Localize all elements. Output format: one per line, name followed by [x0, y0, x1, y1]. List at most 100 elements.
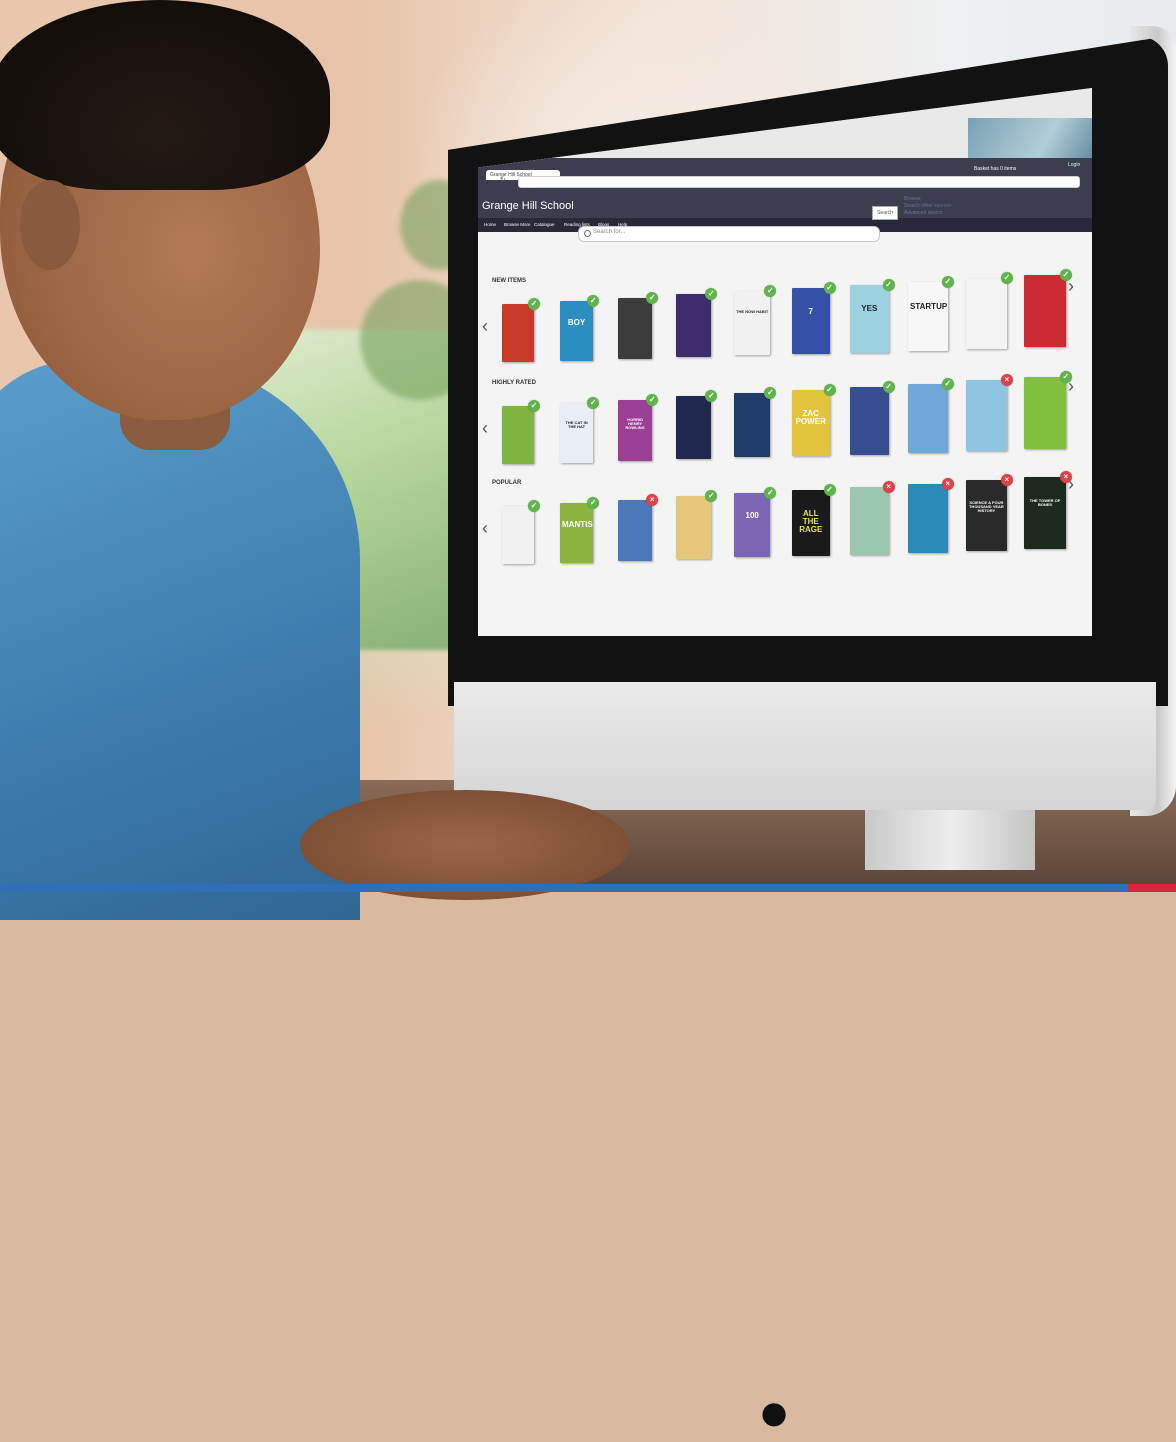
check-icon: ✓ [1000, 272, 1013, 284]
book-cover[interactable]: THE NOW HABIT [734, 291, 771, 356]
check-icon: ✓ [1059, 269, 1072, 281]
check-icon: ✓ [882, 381, 895, 393]
check-icon: ✓ [941, 378, 954, 390]
check-icon: ✓ [705, 490, 718, 502]
book-cover[interactable] [1024, 275, 1066, 348]
book-cover[interactable] [850, 387, 889, 455]
nav-item-home[interactable]: Home [484, 222, 496, 227]
login-link[interactable]: Login [1068, 162, 1080, 168]
book-cover[interactable]: 100 [734, 493, 771, 558]
check-icon: ✓ [587, 397, 600, 409]
search-placeholder: Search for... [593, 229, 626, 235]
cross-icon: × [1059, 471, 1072, 483]
book-title: THE CAT IN THE HAT [565, 419, 588, 429]
check-icon: ✓ [1059, 371, 1072, 383]
check-icon: ✓ [882, 279, 895, 291]
check-icon: ✓ [705, 288, 718, 300]
book-cover[interactable]: THE TOWER OF BONES [1024, 477, 1066, 550]
advanced-search-link[interactable]: Advanced search [904, 210, 952, 217]
book-cover[interactable] [502, 406, 534, 464]
person-ear [20, 180, 80, 270]
check-icon: ✓ [646, 394, 659, 406]
book-cover[interactable]: ZAC POWER [792, 390, 830, 456]
book-cover[interactable] [908, 484, 948, 554]
book-cover[interactable] [966, 278, 1007, 349]
nav-item-catalogue[interactable]: Catalogue [534, 222, 555, 227]
chevron-left-icon[interactable]: ‹ [482, 418, 488, 439]
chevron-left-icon[interactable]: ‹ [482, 316, 488, 337]
book-cover[interactable] [966, 380, 1007, 451]
site-title[interactable]: Grange Hill School [482, 200, 574, 212]
cross-icon: × [941, 478, 954, 490]
monitor-screen: Grange Hill School ← → ↻ Grange Hill Sch… [478, 88, 1092, 636]
book-title: THE NOW HABIT [736, 309, 769, 315]
check-icon: ✓ [764, 487, 777, 499]
check-icon: ✓ [587, 295, 600, 307]
book-cover[interactable] [502, 304, 534, 362]
check-icon: ✓ [823, 484, 836, 496]
monitor-stand [865, 810, 1035, 870]
book-cover[interactable]: HORRID HENRY ROWLING [618, 400, 653, 462]
book-cover[interactable] [734, 393, 771, 458]
basket-link[interactable]: Basket has 0 items [974, 166, 1016, 172]
book-cover[interactable] [618, 298, 653, 360]
book-cover[interactable] [502, 506, 534, 564]
book-cover[interactable] [1024, 377, 1066, 450]
book-cover[interactable] [676, 396, 712, 459]
book-title: SCIENCE A FOUR THOUSAND YEAR HISTORY [968, 500, 1004, 514]
book-title: HORRID HENRY ROWLING [625, 417, 645, 431]
apple-logo-icon: ● [757, 1382, 791, 1442]
book-title: 100 [745, 511, 759, 521]
book-cover[interactable]: BOY [560, 301, 594, 361]
book-title: MANTIS [562, 519, 593, 529]
check-icon: ✓ [823, 282, 836, 294]
browser-nav-icons[interactable]: ← → ↻ [482, 176, 506, 184]
cross-icon: × [646, 494, 659, 506]
check-icon: ✓ [705, 390, 718, 402]
book-cover[interactable] [850, 487, 889, 555]
book-title: THE TOWER OF BONES [1029, 497, 1061, 507]
book-cover[interactable]: ALL THE RAGE [792, 490, 830, 556]
side-links: Browse Search other sources Advanced sea… [904, 196, 952, 217]
book-cover[interactable] [618, 500, 653, 562]
check-icon: ✓ [941, 276, 954, 288]
cross-icon: × [1000, 374, 1013, 386]
cross-icon: × [882, 481, 895, 493]
book-cover[interactable]: YES [850, 285, 889, 353]
search-icon [584, 230, 591, 237]
book-cover[interactable]: STARTUP [908, 282, 948, 352]
row-label-popular: POPULAR [492, 480, 522, 486]
cross-icon: × [1000, 474, 1013, 486]
check-icon: ✓ [587, 497, 600, 509]
book-title: 7 [808, 306, 813, 316]
person-hair [0, 0, 330, 190]
check-icon: ✓ [764, 285, 777, 297]
bottom-accent-bar [0, 884, 1176, 892]
book-cover[interactable]: SCIENCE A FOUR THOUSAND YEAR HISTORY [966, 480, 1007, 551]
book-cover[interactable]: MANTIS [560, 503, 594, 563]
check-icon: ✓ [764, 387, 777, 399]
row-label-new-items: NEW ITEMS [492, 278, 526, 284]
book-cover[interactable] [676, 496, 712, 559]
check-icon: ✓ [528, 400, 540, 412]
nav-item-browse[interactable]: Browse More [504, 222, 531, 227]
book-title: YES [861, 304, 878, 314]
url-bar[interactable] [518, 176, 1080, 188]
search-button[interactable]: Search [872, 206, 898, 220]
book-cover[interactable] [908, 384, 948, 454]
check-icon: ✓ [528, 500, 540, 512]
check-icon: ✓ [646, 292, 659, 304]
browse-link[interactable]: Browse [904, 196, 952, 203]
book-cover[interactable]: THE CAT IN THE HAT [560, 403, 594, 463]
book-cover[interactable] [676, 294, 712, 357]
row-label-highly-rated: HIGHLY RATED [492, 380, 536, 386]
monitor-chin: ● [454, 682, 1156, 1442]
other-sources-link[interactable]: Search other sources [904, 203, 952, 210]
book-cover[interactable]: 7 [792, 288, 830, 354]
chevron-left-icon[interactable]: ‹ [482, 518, 488, 539]
book-title: ALL THE RAGE [799, 508, 823, 534]
check-icon: ✓ [823, 384, 836, 396]
bottom-accent-red [1128, 884, 1176, 892]
book-title: ZAC POWER [795, 408, 826, 426]
book-title: STARTUP [910, 301, 948, 311]
